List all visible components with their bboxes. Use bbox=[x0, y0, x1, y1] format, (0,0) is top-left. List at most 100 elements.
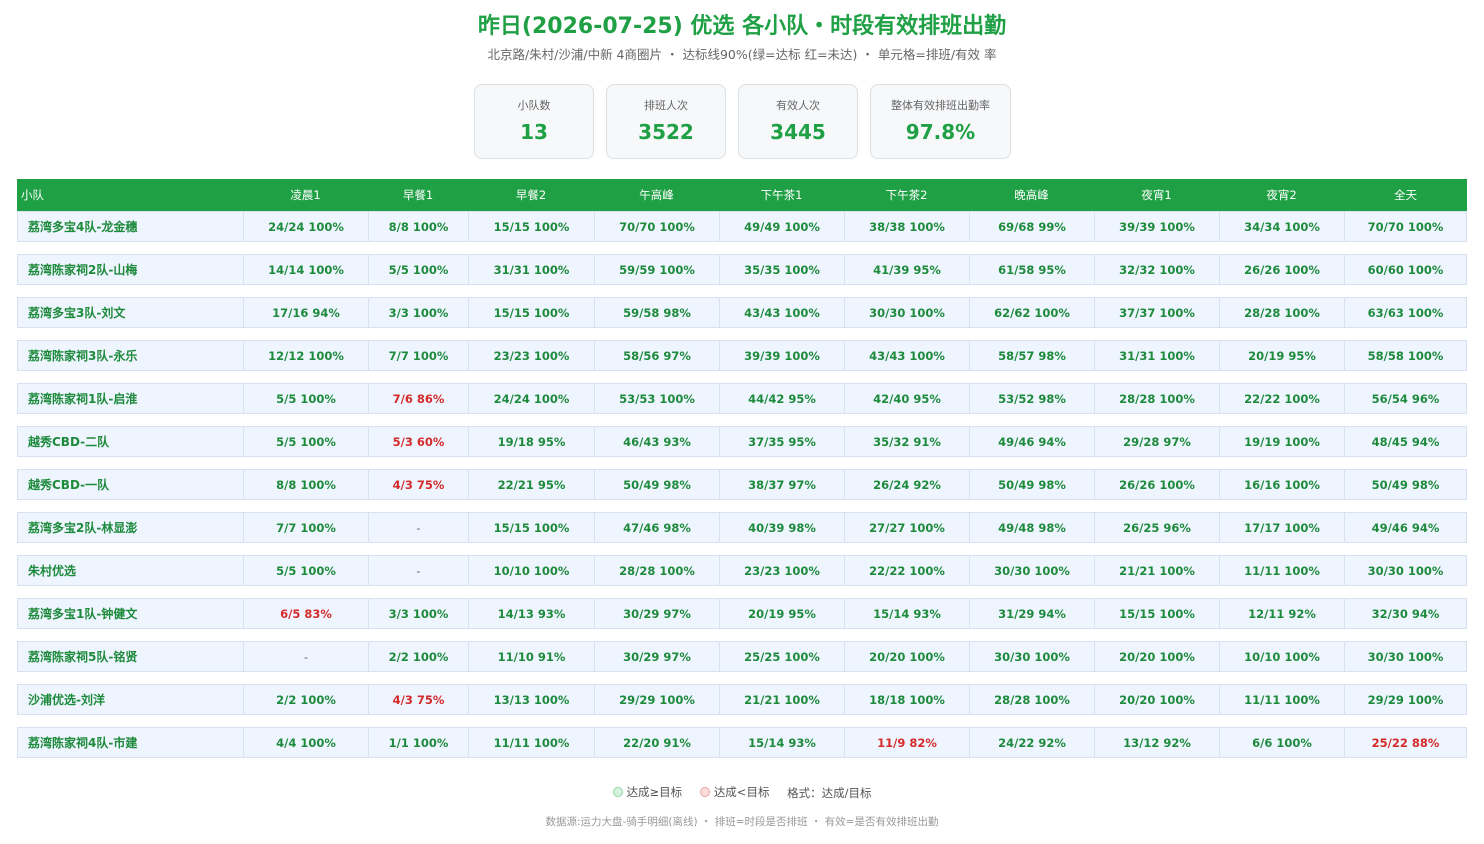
attendance-cell: 34/34 100% bbox=[1219, 212, 1344, 241]
attendance-cell: 22/22 100% bbox=[1219, 384, 1344, 413]
attendance-cell: 29/28 97% bbox=[1094, 427, 1219, 456]
attendance-cell: 20/20 100% bbox=[1094, 642, 1219, 671]
attendance-cell: 47/46 98% bbox=[594, 513, 719, 542]
attendance-cell: 59/58 98% bbox=[594, 298, 719, 327]
attendance-cell: 22/22 100% bbox=[844, 556, 969, 585]
attendance-cell: 7/7 100% bbox=[368, 341, 468, 370]
attendance-cell: 4/3 75% bbox=[368, 470, 468, 499]
attendance-cell: 53/53 100% bbox=[594, 384, 719, 413]
attendance-cell: 3/3 100% bbox=[368, 298, 468, 327]
attendance-cell: 2/2 100% bbox=[243, 685, 368, 714]
attendance-cell: 27/27 100% bbox=[844, 513, 969, 542]
table-row: 荔湾多宝2队-林显澎 7/7 100% -15/15 100% 47/46 98% 40… bbox=[17, 512, 1467, 543]
table-header: 小队 凌晨1 早餐1 早餐2 午高峰 下午茶1 下午茶2 晚高峰 夜宵1 夜宵2 全天 bbox=[17, 179, 1467, 211]
team-name-cell: 荔湾陈家祠3队-永乐 bbox=[28, 349, 138, 363]
attendance-cell: 31/31 100% bbox=[468, 255, 594, 284]
legend-format-label: 格式：达成/目标 bbox=[787, 786, 872, 800]
team-name-cell: 沙浦优选-刘洋 bbox=[28, 693, 105, 707]
attendance-cell: 5/5 100% bbox=[368, 255, 468, 284]
attendance-cell: - bbox=[368, 556, 468, 585]
team-name-cell: 朱村优选 bbox=[28, 564, 77, 578]
attendance-cell: 35/32 91% bbox=[844, 427, 969, 456]
attendance-cell: 4/4 100% bbox=[243, 728, 368, 757]
attendance-cell: 2/2 100% bbox=[368, 642, 468, 671]
attendance-cell: 31/29 94% bbox=[969, 599, 1094, 628]
attendance-cell: 49/49 100% bbox=[719, 212, 844, 241]
attendance-cell: 30/29 97% bbox=[594, 599, 719, 628]
kpi-card-rate: 整体有效排班出勤率 97.8% bbox=[870, 84, 1011, 159]
attendance-cell: 25/22 88% bbox=[1344, 728, 1466, 757]
page-subtitle: 北京路/朱村/沙浦/中新 4商圈片 ・ 达标线90%(绿=达标 红=未达) ・ … bbox=[487, 47, 997, 62]
attendance-cell: 35/35 100% bbox=[719, 255, 844, 284]
attendance-cell: 63/63 100% bbox=[1344, 298, 1466, 327]
attendance-cell: 39/39 100% bbox=[1094, 212, 1219, 241]
attendance-cell: 30/30 100% bbox=[844, 298, 969, 327]
attendance-cell: 56/54 96% bbox=[1344, 384, 1466, 413]
kpi-label: 排班人次 bbox=[644, 99, 688, 112]
attendance-cell: 30/30 100% bbox=[969, 556, 1094, 585]
attendance-cell: 31/31 100% bbox=[1094, 341, 1219, 370]
attendance-cell: 41/39 95% bbox=[844, 255, 969, 284]
attendance-cell: 21/21 100% bbox=[1094, 556, 1219, 585]
attendance-cell: 25/25 100% bbox=[719, 642, 844, 671]
attendance-cell: 48/45 94% bbox=[1344, 427, 1466, 456]
attendance-cell: 30/30 100% bbox=[1344, 642, 1466, 671]
green-dot-icon bbox=[612, 787, 623, 797]
attendance-cell: - bbox=[368, 513, 468, 542]
attendance-cell: 24/22 92% bbox=[969, 728, 1094, 757]
kpi-value: 3522 bbox=[638, 120, 694, 144]
attendance-cell: 28/28 100% bbox=[1219, 298, 1344, 327]
red-dot-icon bbox=[699, 787, 710, 797]
attendance-cell: 26/24 92% bbox=[844, 470, 969, 499]
kpi-value: 13 bbox=[520, 120, 548, 144]
attendance-cell: 49/46 94% bbox=[1344, 513, 1466, 542]
team-name-cell: 荔湾多宝2队-林显澎 bbox=[28, 521, 138, 535]
attendance-cell: 58/58 100% bbox=[1344, 341, 1466, 370]
table-body: 荔湾多宝4队-龙金穗 24/24 100% 8/8 100% 15/15 100% 70… bbox=[17, 211, 1467, 758]
attendance-cell: 42/40 95% bbox=[844, 384, 969, 413]
column-header-team: 小队 bbox=[21, 188, 44, 202]
attendance-cell: 5/5 100% bbox=[243, 384, 368, 413]
table-row: 荔湾陈家祠1队-启淮 5/5 100% 7/6 86% 24/24 100% 53/53… bbox=[17, 383, 1467, 414]
attendance-cell: 24/24 100% bbox=[468, 384, 594, 413]
attendance-cell: 28/28 100% bbox=[1094, 384, 1219, 413]
attendance-cell: 58/57 98% bbox=[969, 341, 1094, 370]
attendance-cell: 10/10 100% bbox=[1219, 642, 1344, 671]
attendance-cell: 32/30 94% bbox=[1344, 599, 1466, 628]
attendance-cell: 11/11 100% bbox=[468, 728, 594, 757]
column-header: 下午茶1 bbox=[760, 188, 803, 202]
attendance-cell: 70/70 100% bbox=[1344, 212, 1466, 241]
attendance-cell: 46/43 93% bbox=[594, 427, 719, 456]
attendance-cell: 24/24 100% bbox=[243, 212, 368, 241]
team-name-cell: 荔湾多宝1队-钟健文 bbox=[28, 607, 138, 621]
attendance-cell: 15/15 100% bbox=[468, 298, 594, 327]
table-row: 越秀CBD-一队 8/8 100% 4/3 75% 22/21 95% 50/49 98… bbox=[17, 469, 1467, 500]
kpi-card-scheduled: 排班人次 3522 bbox=[606, 84, 726, 159]
attendance-cell: 5/5 100% bbox=[243, 556, 368, 585]
attendance-cell: 17/16 94% bbox=[243, 298, 368, 327]
attendance-cell: 5/3 60% bbox=[368, 427, 468, 456]
attendance-cell: 30/29 97% bbox=[594, 642, 719, 671]
team-name-cell: 荔湾陈家祠2队-山梅 bbox=[28, 263, 138, 277]
kpi-cards: 小队数 13 排班人次 3522 有效人次 3445 整体有效排班出勤率 97.… bbox=[474, 84, 1011, 159]
column-header: 晚高峰 bbox=[1014, 188, 1049, 202]
attendance-cell: 26/26 100% bbox=[1094, 470, 1219, 499]
kpi-card-effective: 有效人次 3445 bbox=[738, 84, 858, 159]
attendance-cell: 62/62 100% bbox=[969, 298, 1094, 327]
column-header: 全天 bbox=[1394, 188, 1417, 202]
page-title: 昨日(2026-07-25) 优选 各小队・时段有效排班出勤 bbox=[477, 14, 1007, 39]
table-row: 荔湾多宝1队-钟健文 6/5 83% 3/3 100% 14/13 93% 30/29 … bbox=[17, 598, 1467, 629]
attendance-cell: 37/37 100% bbox=[1094, 298, 1219, 327]
attendance-cell: 8/8 100% bbox=[243, 470, 368, 499]
kpi-label: 有效人次 bbox=[776, 99, 820, 112]
attendance-cell: 16/16 100% bbox=[1219, 470, 1344, 499]
column-header: 下午茶2 bbox=[885, 188, 928, 202]
attendance-cell: 50/49 98% bbox=[1344, 470, 1466, 499]
team-name-cell: 荔湾多宝3队-刘文 bbox=[28, 306, 126, 320]
attendance-cell: 17/17 100% bbox=[1219, 513, 1344, 542]
attendance-cell: 15/14 93% bbox=[719, 728, 844, 757]
attendance-cell: 1/1 100% bbox=[368, 728, 468, 757]
team-name-cell: 越秀CBD-一队 bbox=[28, 478, 110, 492]
attendance-cell: 7/7 100% bbox=[243, 513, 368, 542]
attendance-cell: 26/25 96% bbox=[1094, 513, 1219, 542]
